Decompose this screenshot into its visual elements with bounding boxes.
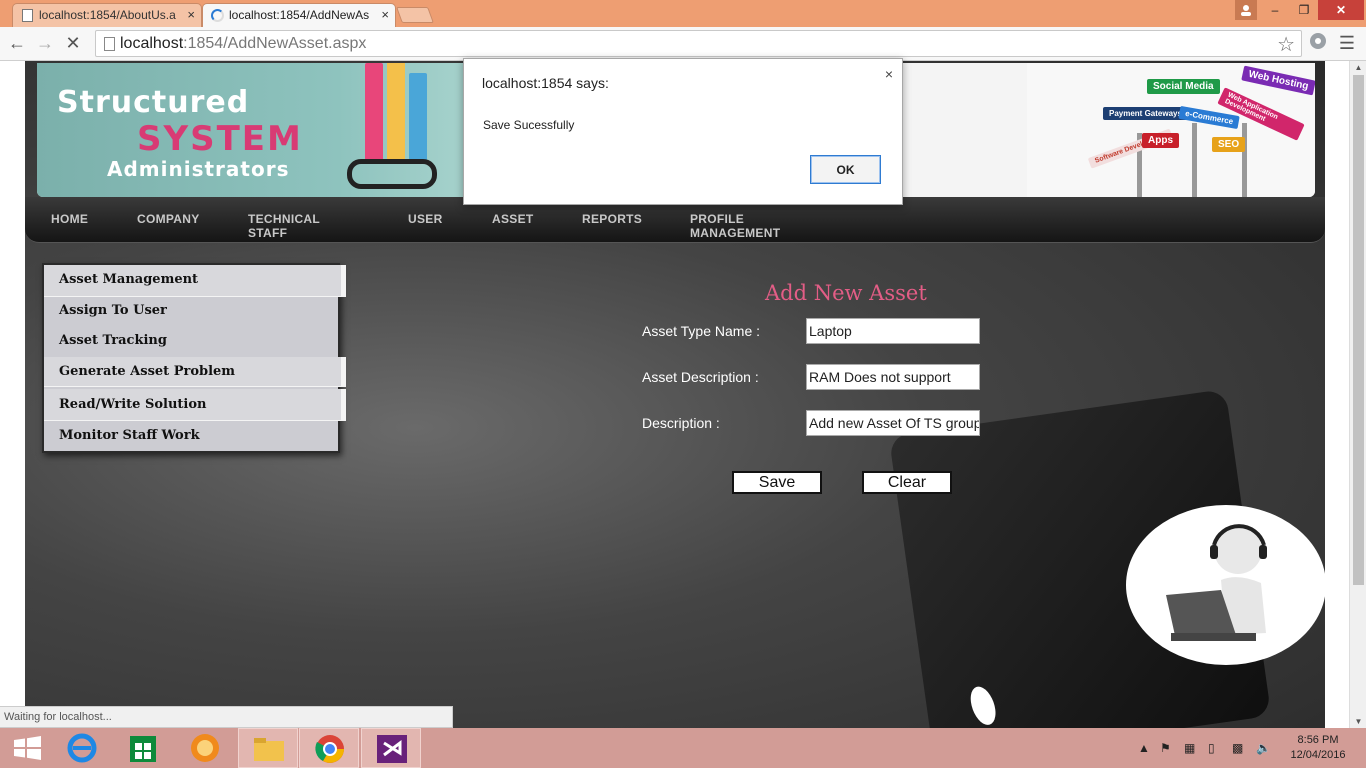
description-label: Description : (642, 415, 720, 431)
logo-text-administrators: Administrators (107, 157, 290, 181)
signpost-graphic: Social Media Web Hosting Payment Gateway… (1027, 63, 1315, 197)
stop-loading-icon[interactable]: ✕ (62, 32, 84, 54)
start-button[interactable] (0, 728, 60, 768)
windows-taskbar: ▲ ⚑ ▦ ▯ ▩ 🔈 8:56 PM 12/04/2016 (0, 728, 1366, 768)
side-item-generate-asset-problem[interactable]: Generate Asset Problem (44, 357, 346, 387)
nav-technical-staff[interactable]: TECHNICAL STAFF (248, 212, 320, 240)
sign-payment-gateways: Payment Gateways (1103, 107, 1188, 120)
dialog-title: localhost:1854 says: (482, 75, 609, 91)
tray-expand-icon[interactable]: ▲ (1138, 741, 1150, 755)
dice-pip (965, 683, 1001, 728)
chrome-icon[interactable] (299, 728, 359, 768)
new-tab-button[interactable] (396, 7, 434, 23)
save-button[interactable]: Save (732, 471, 822, 494)
logo-text-system: SYSTEM (137, 119, 303, 159)
file-explorer-icon[interactable] (238, 728, 298, 768)
visual-studio-icon[interactable] (361, 728, 421, 768)
maximize-button[interactable]: ❐ (1290, 0, 1318, 20)
extension-icon[interactable] (1307, 32, 1329, 54)
sign-seo: SEO (1212, 137, 1246, 152)
page-icon (22, 9, 33, 22)
pencil-graphic (387, 63, 405, 163)
nav-company[interactable]: COMPANY (137, 212, 200, 226)
pencil-graphic (409, 73, 427, 163)
internet-explorer-icon[interactable] (52, 728, 112, 768)
address-bar[interactable]: localhost:1854/AddNewAsset.aspx ☆ (95, 30, 1302, 57)
tray-windows-icon[interactable]: ▦ (1184, 741, 1195, 755)
tab-about-us[interactable]: localhost:1854/AboutUs.a × (12, 3, 202, 27)
side-item-asset-tracking[interactable]: Asset Tracking (44, 333, 342, 348)
sign-pole (1192, 123, 1197, 197)
dialog-ok-button[interactable]: OK (810, 155, 881, 184)
close-window-button[interactable]: ✕ (1318, 0, 1364, 20)
sign-web-hosting: Web Hosting (1241, 65, 1315, 96)
url-path: :1854/AddNewAsset.aspx (183, 35, 367, 52)
logo-text-structured: Structured (57, 85, 250, 120)
side-menu: Asset Management Assign To User Asset Tr… (42, 263, 346, 453)
scroll-up-icon[interactable]: ▲ (1350, 63, 1366, 72)
browser-toolbar: ← → ✕ localhost:1854/AddNewAsset.aspx ☆ … (0, 27, 1366, 61)
menu-icon[interactable]: ☰ (1336, 32, 1358, 54)
alert-dialog: localhost:1854 says: × Save Sucessfully … (463, 58, 903, 205)
nav-home[interactable]: HOME (51, 212, 88, 226)
vertical-scrollbar[interactable]: ▲ ▼ (1349, 61, 1366, 728)
dialog-close-icon[interactable]: × (885, 66, 893, 82)
page-title: Add New Asset (765, 281, 927, 305)
clear-button[interactable]: Clear (862, 471, 952, 494)
back-icon[interactable]: ← (6, 32, 28, 54)
side-item-read-write-solution[interactable]: Read/Write Solution (44, 389, 346, 421)
side-item-assign-to-user[interactable]: Assign To User (44, 303, 342, 318)
nav-reports[interactable]: REPORTS (582, 212, 642, 226)
scroll-down-icon[interactable]: ▼ (1350, 717, 1366, 726)
network-icon[interactable]: ▩ (1232, 741, 1243, 755)
dialog-message: Save Sucessfully (483, 118, 575, 132)
tab-close-icon[interactable]: × (187, 4, 195, 26)
side-item-monitor-staff-work[interactable]: Monitor Staff Work (44, 428, 342, 443)
tab-label: localhost:1854/AboutUs.a (39, 8, 176, 22)
support-person-graphic (1126, 505, 1326, 665)
sign-pole (1242, 123, 1247, 197)
user-icon[interactable] (1235, 0, 1257, 20)
asset-type-name-label: Asset Type Name : (642, 323, 761, 339)
windows-logo-icon (14, 736, 41, 760)
tab-add-new-asset[interactable]: localhost:1854/AddNewAs × (202, 3, 396, 27)
tab-label: localhost:1854/AddNewAs (229, 8, 370, 22)
power-icon[interactable]: ▯ (1208, 741, 1215, 755)
clock-time: 8:56 PM (1297, 734, 1339, 746)
sign-apps: Apps (1142, 133, 1179, 148)
forward-icon[interactable]: → (34, 32, 56, 54)
side-item-asset-management[interactable]: Asset Management (44, 265, 346, 297)
bookmark-star-icon[interactable]: ☆ (1277, 32, 1295, 57)
nav-user[interactable]: USER (408, 212, 443, 226)
url-text: localhost:1854/AddNewAsset.aspx (120, 35, 366, 53)
action-center-flag-icon[interactable]: ⚑ (1160, 741, 1171, 755)
logo-area: Structured SYSTEM Administrators (37, 63, 467, 197)
description-input[interactable] (806, 410, 980, 436)
asset-type-name-input[interactable] (806, 318, 980, 344)
scrollbar-thumb[interactable] (1353, 75, 1364, 585)
page-icon (104, 37, 115, 51)
minimize-button[interactable]: ‒ (1262, 0, 1288, 20)
pencil-graphic (365, 63, 383, 163)
browser-titlebar: localhost:1854/AboutUs.a × localhost:185… (0, 0, 1366, 27)
nav-profile-management[interactable]: PROFILE MANAGEMENT (690, 212, 780, 240)
media-app-icon[interactable] (175, 728, 235, 768)
nav-asset[interactable]: ASSET (492, 212, 534, 226)
clock[interactable]: 8:56 PM 12/04/2016 (1282, 733, 1354, 763)
loading-spinner-icon (211, 9, 224, 22)
store-icon[interactable] (113, 728, 173, 768)
asset-description-label: Asset Description : (642, 369, 759, 385)
tab-close-icon[interactable]: × (381, 4, 389, 26)
sign-social-media: Social Media (1147, 79, 1220, 94)
glasses-graphic (347, 159, 437, 189)
url-host: localhost (120, 35, 184, 52)
status-bubble: Waiting for localhost... (0, 706, 453, 728)
clock-date: 12/04/2016 (1290, 749, 1346, 761)
asset-description-input[interactable] (806, 364, 980, 390)
volume-icon[interactable]: 🔈 (1256, 741, 1271, 755)
